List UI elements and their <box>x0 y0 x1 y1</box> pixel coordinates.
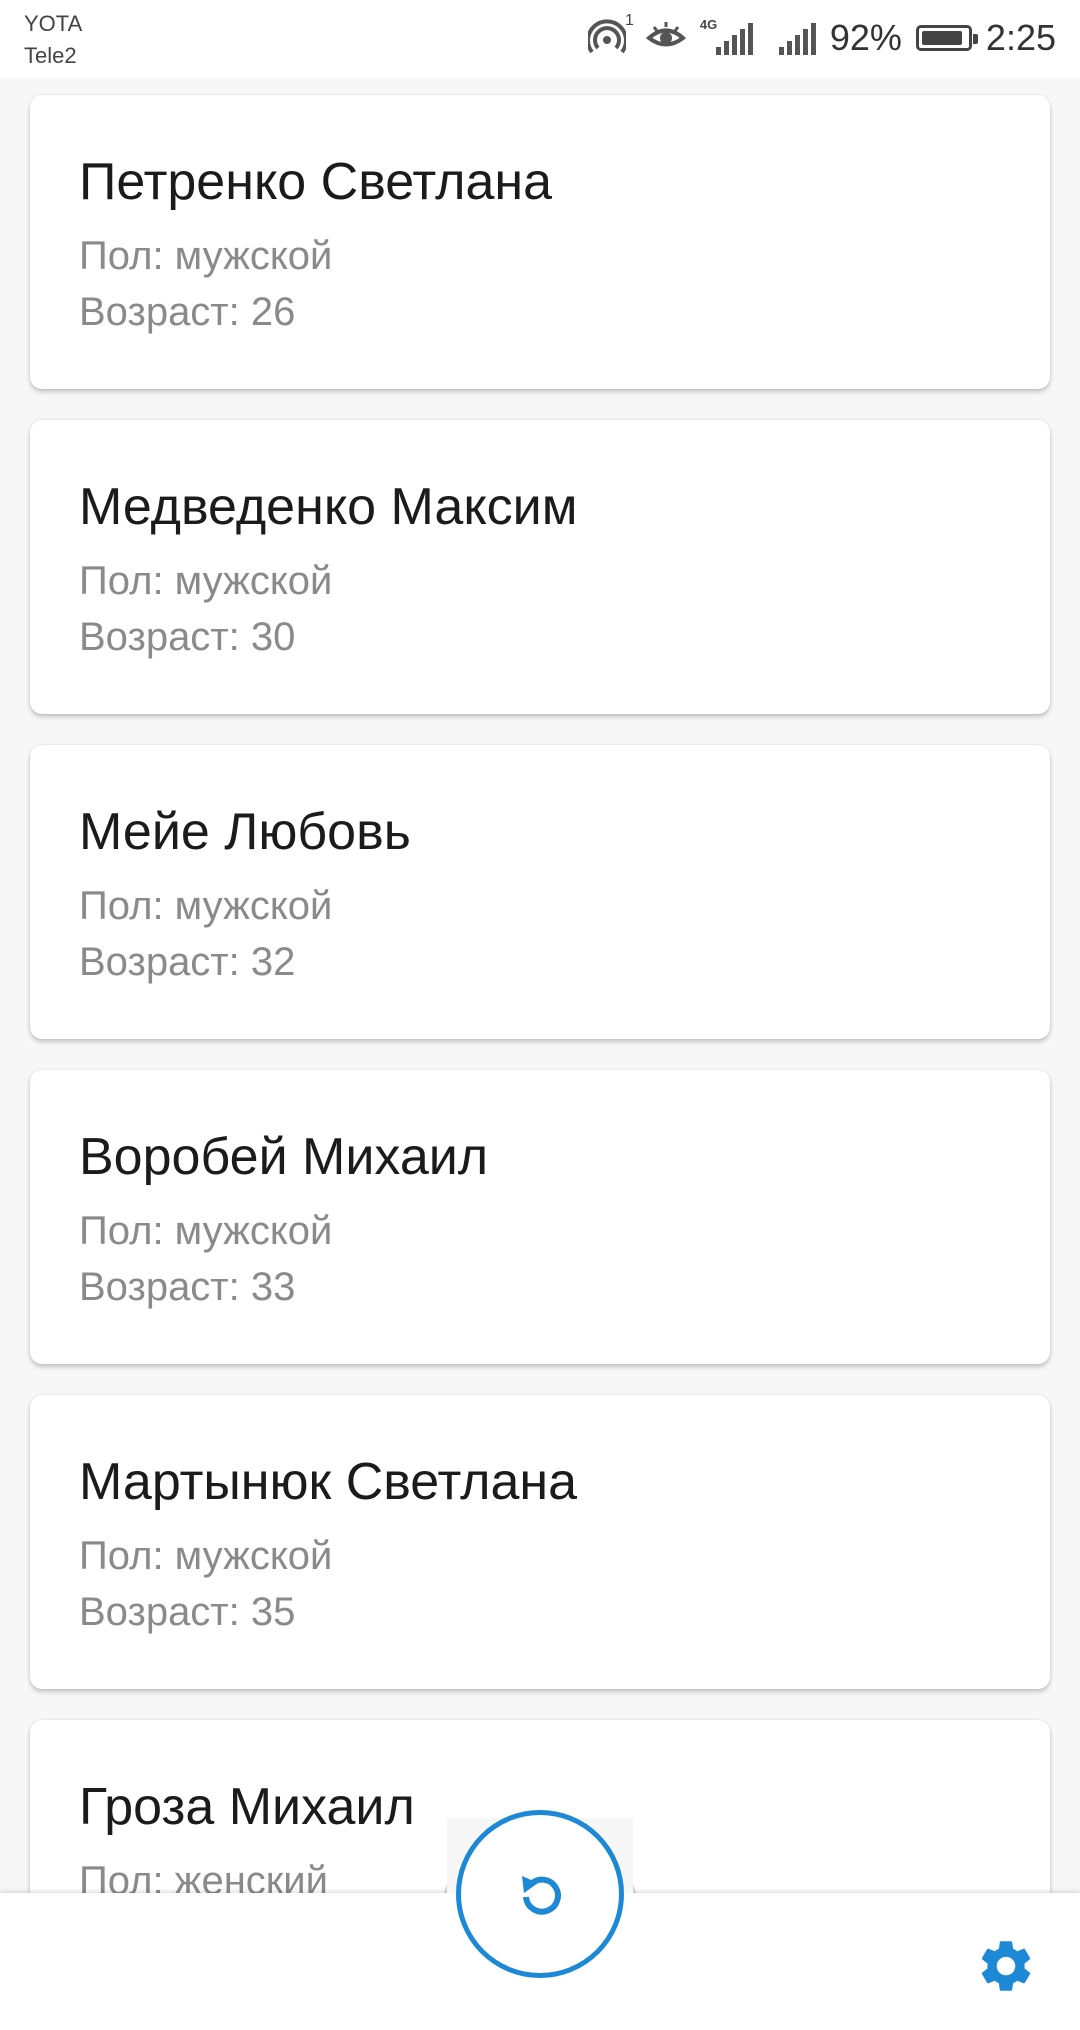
refresh-button[interactable] <box>456 1810 624 1978</box>
carrier-names: YOTA Tele2 <box>24 8 82 72</box>
clock: 2:25 <box>985 17 1056 58</box>
person-age: Возраст: 32 <box>79 940 296 984</box>
network-signal-icon: 4G <box>700 17 753 55</box>
person-gender: Пол: мужской <box>79 559 333 603</box>
network-type-label: 4G <box>699 17 718 32</box>
status-icons: 1 4G 92% 2:25 <box>585 12 1056 62</box>
person-name: Медведенко Максим <box>79 478 578 536</box>
person-name: Гроза Михаил <box>79 1778 415 1836</box>
person-card[interactable]: Мейе Любовь Пол: мужской Возраст: 32 <box>30 745 1050 1039</box>
person-name: Петренко Светлана <box>79 153 553 211</box>
refresh-icon <box>512 1864 568 1925</box>
battery-fill <box>921 31 962 45</box>
carrier-2: Tele2 <box>24 43 77 68</box>
person-age: Возраст: 35 <box>79 1590 296 1634</box>
person-name: Воробей Михаил <box>79 1128 489 1186</box>
person-gender: Пол: мужской <box>79 1534 333 1578</box>
people-list[interactable]: Петренко Светлана Пол: мужской Возраст: … <box>0 78 1080 1898</box>
person-card[interactable]: Мартынюк Светлана Пол: мужской Возраст: … <box>30 1395 1050 1689</box>
signal-icon <box>778 21 816 55</box>
eye-icon <box>645 19 687 58</box>
settings-button[interactable] <box>975 1935 1037 1997</box>
gear-icon <box>975 1941 1037 2001</box>
carrier-1: YOTA <box>24 11 83 36</box>
person-card[interactable]: Медведенко Максим Пол: мужской Возраст: … <box>30 420 1050 714</box>
person-gender: Пол: мужской <box>79 234 333 278</box>
person-card[interactable]: Воробей Михаил Пол: мужской Возраст: 33 <box>30 1070 1050 1364</box>
person-gender: Пол: женский <box>79 1859 328 1898</box>
status-bar: YOTA Tele2 1 4G 92% 2:25 <box>0 0 1080 78</box>
battery-percent: 92% <box>829 17 902 58</box>
person-age: Возраст: 33 <box>79 1265 296 1309</box>
sim-slot-label: 1 <box>624 12 634 29</box>
person-gender: Пол: мужской <box>79 884 333 928</box>
battery-icon <box>915 25 978 51</box>
person-age: Возраст: 26 <box>79 290 296 334</box>
person-name: Мартынюк Светлана <box>79 1453 578 1511</box>
person-age: Возраст: 30 <box>79 615 296 659</box>
person-card[interactable]: Петренко Светлана Пол: мужской Возраст: … <box>30 95 1050 389</box>
person-gender: Пол: мужской <box>79 1209 333 1253</box>
hotspot-icon: 1 <box>585 12 634 58</box>
person-name: Мейе Любовь <box>79 803 411 861</box>
